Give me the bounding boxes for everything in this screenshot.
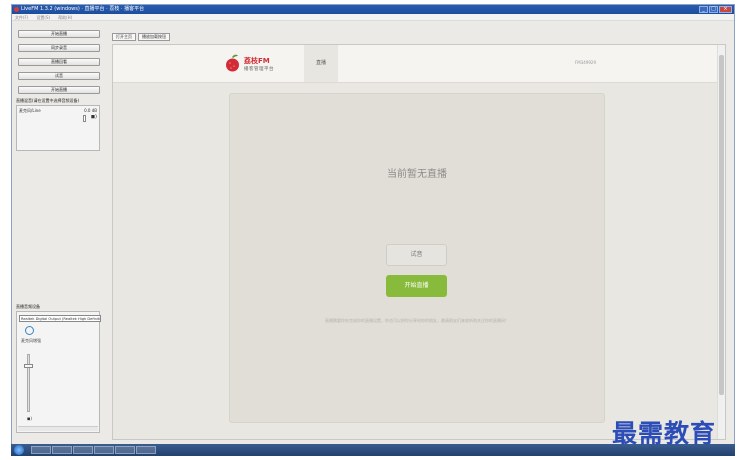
- taskbar-item[interactable]: [73, 446, 93, 454]
- nav-live-tab[interactable]: 直播: [304, 45, 338, 82]
- live-card: 当前暂无直播 试音 开始直播 直播需要你先完成你的直播设置，你也可以把你分享给你…: [229, 93, 605, 423]
- device-scrollbar[interactable]: [18, 426, 98, 431]
- app-icon: [14, 7, 19, 12]
- taskbar-item[interactable]: [136, 446, 156, 454]
- mixer-row-label: 麦克风/Line: [19, 108, 41, 113]
- device-panel: Realtek Digital Output (Realtek High Def…: [16, 311, 101, 433]
- minimize-button[interactable]: _: [699, 6, 708, 13]
- tab-player[interactable]: 播放加载按钮: [138, 33, 170, 41]
- app-window: LiveFM 1.3.2 (windows) · 直播平台 · 荔枝 · 播客平…: [11, 4, 735, 452]
- hint-text: 直播需要你先完成你的直播设置，你也可以把你分享给你的朋友，邀请朋友们来收听和关注…: [325, 318, 509, 323]
- window-controls: _ □ ×: [699, 6, 732, 13]
- microphone-icon[interactable]: [25, 326, 34, 335]
- taskbar-item[interactable]: [115, 446, 135, 454]
- page-scrollbar-thumb[interactable]: [719, 55, 724, 395]
- embedded-browser: 荔枝FM 播客管理平台 直播 FM349929 当前暂无直播 试音 开始直播 直…: [112, 44, 726, 440]
- mic-boost-label: 麦克风增强: [21, 338, 41, 343]
- left-control-panel: 开始直播 同步录音 直播回看 试音 开始直播 直播混音(请在设置中选择音频设备)…: [15, 25, 103, 433]
- menu-bar: 文件(F) 设置(S) 帮助(H): [12, 14, 734, 21]
- page-scrollbar[interactable]: [717, 45, 725, 439]
- taskbar-item[interactable]: [94, 446, 114, 454]
- tab-home[interactable]: 打开主页: [112, 33, 136, 41]
- window-title: LiveFM 1.3.2 (windows) · 直播平台 · 荔枝 · 播客平…: [21, 6, 145, 12]
- volume-track[interactable]: [27, 354, 30, 412]
- replay-button[interactable]: 直播回看: [18, 58, 100, 66]
- sync-record-button[interactable]: 同步录音: [18, 44, 100, 52]
- taskbar-item[interactable]: [31, 446, 51, 454]
- site-header: 荔枝FM 播客管理平台 直播 FM349929: [113, 45, 725, 83]
- speaker-small-icon: ◼): [27, 416, 32, 421]
- empty-state-text: 当前暂无直播: [387, 169, 447, 180]
- taskbar-items: [31, 446, 156, 454]
- trial-button[interactable]: 试音: [386, 244, 447, 266]
- mixer-label: 直播混音(请在设置中选择音频设备): [16, 98, 80, 103]
- speaker-icon[interactable]: ◼): [91, 114, 97, 120]
- taskbar-item[interactable]: [52, 446, 72, 454]
- menu-file[interactable]: 文件(F): [15, 14, 28, 20]
- mixer-panel: 麦克风/Line 0.0 dB ◼): [16, 105, 100, 151]
- title-bar: LiveFM 1.3.2 (windows) · 直播平台 · 荔枝 · 播客平…: [12, 5, 734, 14]
- brand-name: 荔枝FM: [244, 57, 270, 65]
- mixer-slider[interactable]: [83, 115, 86, 122]
- start-live-button[interactable]: 开始直播: [18, 30, 100, 38]
- browser-tabs: 打开主页 播放加载按钮: [112, 33, 170, 41]
- device-select[interactable]: Realtek Digital Output (Realtek High Def…: [19, 315, 101, 322]
- menu-help[interactable]: 帮助(H): [58, 14, 72, 20]
- fm-id: FM349929: [575, 60, 597, 65]
- device-label: 直播音频设备: [16, 304, 40, 309]
- maximize-button[interactable]: □: [709, 6, 718, 13]
- start-orb-icon[interactable]: [14, 445, 24, 455]
- lychee-logo-icon: [226, 54, 239, 72]
- start-live-main-button[interactable]: 开始直播: [386, 275, 447, 297]
- watermark-text: 最需教育: [612, 419, 717, 448]
- mixer-row: 麦克风/Line 0.0 dB: [19, 108, 97, 114]
- volume-thumb[interactable]: [24, 364, 33, 368]
- test-audio-button[interactable]: 试音: [18, 72, 100, 80]
- brand-subtitle: 播客管理平台: [244, 67, 274, 72]
- close-button[interactable]: ×: [719, 6, 732, 13]
- menu-settings[interactable]: 设置(S): [36, 14, 50, 20]
- start-broadcast-button[interactable]: 开始直播: [18, 86, 100, 94]
